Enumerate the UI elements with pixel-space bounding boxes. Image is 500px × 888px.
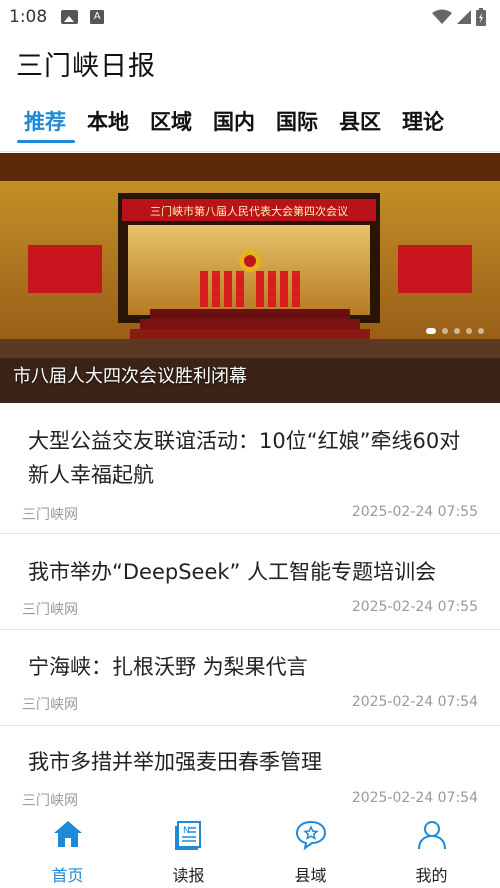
nav-label: 我的 — [415, 866, 448, 885]
user-icon — [418, 821, 446, 850]
pagination-dot[interactable] — [442, 328, 448, 334]
category-tabs: 推荐 本地 区域 国内 国际 县区 理论 — [0, 100, 500, 152]
pagination-dot[interactable] — [426, 328, 436, 334]
news-title: 宁海峡：扎根沃野 为梨果代言 — [28, 655, 308, 679]
nav-home[interactable]: 首页 — [5, 812, 130, 888]
news-source: 三门峡网 — [22, 697, 78, 713]
news-item[interactable]: 我市举办“DeepSeek” 人工智能专题培训会 三门峡网 2025-02-24… — [0, 535, 500, 630]
battery-icon — [476, 8, 486, 26]
a-icon: A — [90, 10, 105, 24]
svg-text:N: N — [183, 826, 190, 836]
home-icon — [54, 821, 82, 847]
nav-label: 读报 — [172, 866, 205, 885]
tab-local[interactable]: 本地 — [87, 106, 129, 136]
news-item[interactable]: 宁海峡：扎根沃野 为梨果代言 三门峡网 2025-02-24 07:54 — [0, 631, 500, 726]
news-source: 三门峡网 — [22, 793, 78, 809]
news-source: 三门峡网 — [22, 602, 78, 618]
pagination-dot[interactable] — [466, 328, 472, 334]
newspaper-icon: N — [175, 821, 201, 850]
tab-theory[interactable]: 理论 — [402, 106, 444, 136]
pagination-dot[interactable] — [478, 328, 484, 334]
status-time: 1:08 — [9, 7, 48, 27]
nav-label: 县域 — [294, 866, 327, 885]
news-time: 2025-02-24 07:55 — [351, 504, 478, 520]
banner-pagination — [426, 328, 484, 334]
status-bar: 1:08 A — [0, 0, 500, 34]
nav-profile[interactable]: 我的 — [369, 812, 494, 888]
tab-international[interactable]: 国际 — [276, 106, 318, 136]
news-item[interactable]: 我市多措并举加强麦田春季管理 三门峡网 2025-02-24 07:54 — [0, 727, 500, 817]
stage-banner-text: 三门峡市第八届人民代表大会第四次会议 — [150, 204, 348, 218]
nav-label: 首页 — [51, 866, 84, 885]
news-source: 三门峡网 — [22, 507, 78, 523]
news-time: 2025-02-24 07:54 — [351, 790, 478, 806]
app-title: 三门峡日报 — [16, 51, 156, 82]
tab-domestic[interactable]: 国内 — [213, 106, 255, 136]
tab-recommend[interactable]: 推荐 — [24, 106, 66, 136]
news-title: 我市多措并举加强麦田春季管理 — [28, 750, 322, 774]
news-title: 我市举办“DeepSeek” 人工智能专题培训会 — [28, 560, 437, 584]
bottom-nav: 首页 N 读报 县域 我的 — [0, 812, 500, 888]
news-item[interactable]: 大型公益交友联谊活动：10位“红娘”牵线60对新人幸福起航 三门峡网 2025-… — [0, 403, 500, 534]
nav-read-paper[interactable]: N 读报 — [126, 812, 251, 888]
banner-caption: 市八届人大四次会议胜利闭幕 — [13, 366, 247, 387]
star-chat-icon — [295, 820, 327, 850]
nav-county[interactable]: 县域 — [248, 812, 373, 888]
wifi-icon — [432, 9, 452, 24]
headline-banner[interactable]: 三门峡市第八届人民代表大会第四次会议 市八届人大四次会议胜利闭幕 — [0, 153, 500, 403]
image-icon — [61, 10, 79, 24]
news-title: 大型公益交友联谊活动：10位“红娘”牵线60对新人幸福起航 — [28, 429, 461, 487]
signal-icon — [457, 10, 471, 24]
tab-county[interactable]: 县区 — [339, 106, 381, 136]
news-time: 2025-02-24 07:54 — [351, 694, 478, 710]
active-tab-indicator — [17, 140, 75, 143]
pagination-dot[interactable] — [454, 328, 460, 334]
news-time: 2025-02-24 07:55 — [351, 599, 478, 615]
tab-region[interactable]: 区域 — [150, 106, 192, 136]
